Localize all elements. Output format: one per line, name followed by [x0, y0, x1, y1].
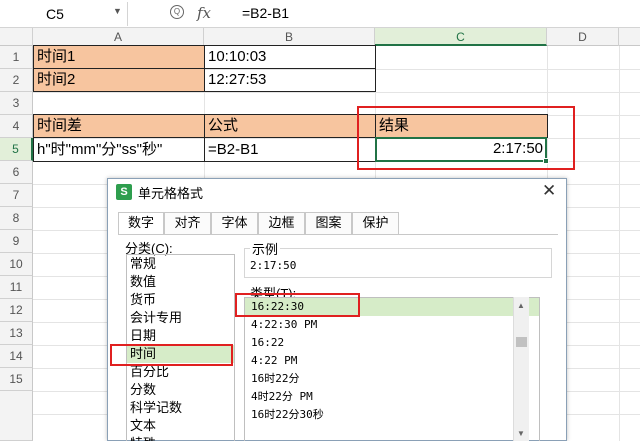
type-list[interactable]: 16:22:30 4:22:30 PM 16:22 4:22 PM 16时22分…	[244, 297, 540, 441]
type-list-scrollbar[interactable]: ▲ ▼	[513, 297, 529, 441]
row-header-4[interactable]: 4	[0, 115, 33, 138]
tab-divider	[118, 234, 558, 235]
type-item[interactable]: 4:22 PM	[245, 352, 539, 370]
row-header-6[interactable]: 6	[0, 161, 33, 184]
category-item[interactable]: 日期	[127, 327, 234, 345]
cell-a4[interactable]: 时间差	[33, 114, 205, 138]
category-item[interactable]: 会计专用	[127, 309, 234, 327]
formula-bar: C5 ▼ Q fx =B2-B1	[0, 0, 640, 28]
type-item[interactable]: 4:22:30 PM	[245, 316, 539, 334]
scroll-up-icon[interactable]: ▲	[517, 301, 525, 310]
sample-label: 示例	[250, 239, 281, 258]
name-box-value: C5	[46, 6, 64, 22]
type-item[interactable]: 16时22分30秒	[245, 406, 539, 424]
tab-font[interactable]: 字体	[211, 212, 258, 234]
cell-b4[interactable]: 公式	[204, 114, 376, 138]
row-header-13[interactable]: 13	[0, 322, 33, 345]
cell-b5[interactable]: =B2-B1	[204, 137, 376, 162]
close-icon[interactable]: ✕	[542, 181, 556, 201]
gridline	[619, 46, 620, 441]
row-header-9[interactable]: 9	[0, 230, 33, 253]
row-header-5[interactable]: 5	[0, 138, 33, 161]
name-box-dropdown-icon[interactable]: ▼	[113, 6, 122, 16]
row-header-1[interactable]: 1	[0, 46, 33, 69]
app-logo-icon: S	[116, 184, 132, 200]
dialog-title-bar[interactable]: S 单元格格式 ✕	[108, 179, 566, 205]
sample-value: 2:17:50	[250, 259, 297, 272]
scroll-down-icon[interactable]: ▼	[517, 429, 525, 438]
tab-pattern[interactable]: 图案	[305, 212, 352, 234]
insert-function-icon[interactable]: fx	[197, 4, 211, 22]
column-header-a[interactable]: A	[33, 28, 204, 46]
column-header-b[interactable]: B	[204, 28, 375, 46]
category-item[interactable]: 货币	[127, 291, 234, 309]
type-item[interactable]: 16时22分	[245, 370, 539, 388]
column-header-c[interactable]: C	[375, 28, 547, 46]
cell-a2[interactable]: 时间2	[33, 68, 205, 92]
cell-a1[interactable]: 时间1	[33, 45, 205, 69]
cell-b1[interactable]: 10:10:03	[204, 45, 376, 69]
row-header-filler	[0, 391, 33, 441]
row-header-12[interactable]: 12	[0, 299, 33, 322]
highlight-box-type	[235, 293, 360, 317]
fx-zone: Q fx	[134, 0, 234, 28]
cell-a5[interactable]: h"时"mm"分"ss"秒"	[33, 137, 205, 162]
highlight-box-category	[110, 344, 233, 366]
category-item[interactable]: 文本	[127, 417, 234, 435]
category-item[interactable]: 特殊	[127, 435, 234, 441]
row-header-11[interactable]: 11	[0, 276, 33, 299]
name-box[interactable]: C5 ▼	[0, 2, 128, 26]
row-header-7[interactable]: 7	[0, 184, 33, 207]
select-all-corner[interactable]	[0, 28, 33, 46]
row-header-2[interactable]: 2	[0, 69, 33, 92]
tab-alignment[interactable]: 对齐	[164, 212, 211, 234]
category-item[interactable]: 分数	[127, 381, 234, 399]
column-header-d[interactable]: D	[547, 28, 619, 46]
category-item[interactable]: 数值	[127, 273, 234, 291]
type-item[interactable]: 16:22	[245, 334, 539, 352]
tab-number[interactable]: 数字	[118, 212, 164, 235]
type-item[interactable]: 4时22分 PM	[245, 388, 539, 406]
tab-border[interactable]: 边框	[258, 212, 305, 234]
category-item[interactable]: 科学记数	[127, 399, 234, 417]
formula-input[interactable]: =B2-B1	[242, 5, 289, 21]
cell-b2[interactable]: 12:27:53	[204, 68, 376, 92]
row-header-14[interactable]: 14	[0, 345, 33, 368]
category-item[interactable]: 常规	[127, 255, 234, 273]
highlight-box-result	[357, 106, 575, 170]
gridline	[33, 92, 640, 93]
row-header-3[interactable]: 3	[0, 92, 33, 115]
dialog-title: 单元格格式	[138, 186, 204, 201]
row-header-15[interactable]: 15	[0, 368, 33, 391]
row-header-8[interactable]: 8	[0, 207, 33, 230]
tab-protection[interactable]: 保护	[352, 212, 399, 234]
scroll-thumb[interactable]	[516, 337, 527, 347]
row-header-10[interactable]: 10	[0, 253, 33, 276]
zoom-icon[interactable]: Q	[170, 5, 184, 19]
